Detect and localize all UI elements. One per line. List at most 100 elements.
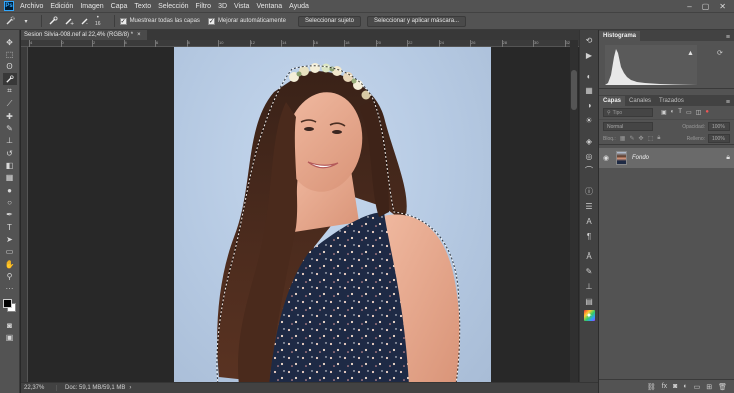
minimize-button[interactable]: – — [687, 2, 691, 11]
healing-brush-tool-icon[interactable]: ✚ — [3, 110, 17, 122]
adjustment-layer-icon[interactable]: ◐ — [683, 383, 687, 390]
lock-pixels-icon[interactable]: ✎ — [629, 135, 634, 142]
select-subject-button[interactable]: Seleccionar sujeto — [297, 15, 361, 27]
actions-panel-icon[interactable]: ▶ — [583, 49, 595, 62]
zoom-level[interactable]: 22,37% — [21, 385, 57, 391]
layer-style-icon[interactable]: fx — [662, 383, 667, 390]
path-selection-tool-icon[interactable]: ➤ — [3, 234, 17, 246]
sample-all-layers-checkbox[interactable]: ✓ Muestrear todas las capas — [119, 17, 200, 25]
zoom-tool-icon[interactable]: ⚲ — [3, 271, 17, 283]
vertical-scrollbar[interactable] — [570, 40, 578, 382]
screen-mode-icon[interactable]: ▣ — [3, 332, 17, 344]
menu-archivo[interactable]: Archivo — [20, 3, 43, 10]
libraries-panel-icon[interactable]: ✦ — [583, 309, 595, 321]
chevron-down-icon[interactable]: ▾ — [20, 15, 32, 27]
document-info[interactable]: Doc: 59,1 MB/59,1 MB — [57, 385, 125, 391]
brush-size-picker[interactable]: • 16 — [95, 15, 101, 27]
lock-icon[interactable]: 🔒︎ — [726, 154, 730, 162]
close-button[interactable]: ✕ — [719, 2, 726, 11]
character-panel-icon[interactable]: A — [583, 215, 595, 228]
info-panel-icon[interactable]: ⓘ — [583, 185, 595, 198]
history-panel-icon[interactable]: ⟲ — [583, 34, 595, 47]
visibility-eye-icon[interactable]: ◉ — [603, 154, 613, 162]
move-tool-icon[interactable]: ✥ — [3, 36, 17, 48]
add-mask-icon[interactable]: ◙ — [673, 383, 677, 390]
lasso-tool-icon[interactable]: ʘ — [3, 61, 17, 73]
fill-field[interactable]: 100% — [708, 134, 730, 143]
menu-vista[interactable]: Vista — [234, 3, 249, 10]
tab-paths[interactable]: Trazados — [655, 96, 688, 106]
layer-thumbnail[interactable] — [616, 151, 627, 165]
menu-3d[interactable]: 3D — [218, 3, 227, 10]
tab-histogram[interactable]: Histograma — [599, 31, 641, 41]
dodge-tool-icon[interactable]: ○ — [3, 196, 17, 208]
quick-mask-icon[interactable]: ◙ — [3, 319, 17, 331]
color-swatches[interactable] — [2, 299, 17, 313]
quick-selection-tool-icon[interactable] — [4, 15, 16, 27]
shape-tool-icon[interactable]: ▭ — [3, 246, 17, 258]
close-icon[interactable]: × — [137, 32, 141, 38]
new-selection-icon[interactable] — [47, 15, 59, 27]
menu-capa[interactable]: Capa — [111, 3, 128, 10]
lock-transparency-icon[interactable]: ▦ — [620, 135, 626, 142]
menu-texto[interactable]: Texto — [134, 3, 151, 10]
panel-menu-icon[interactable]: ≡ — [726, 99, 730, 106]
color-panel-icon[interactable]: ◐ — [583, 70, 595, 83]
shape-filter-icon[interactable]: ▭ — [686, 109, 692, 116]
pixel-filter-icon[interactable]: ▣ — [661, 109, 667, 116]
blur-tool-icon[interactable]: ● — [3, 184, 17, 196]
clone-source-panel-icon[interactable]: ⊥ — [583, 280, 595, 293]
chevron-right-icon[interactable]: › — [129, 385, 131, 391]
layer-name[interactable]: Fondo — [632, 155, 649, 161]
tab-channels[interactable]: Canales — [625, 96, 655, 106]
checkbox-icon[interactable]: ✓ — [207, 17, 215, 25]
paragraph-panel-icon[interactable]: ¶ — [583, 230, 595, 243]
glyphs-panel-icon[interactable]: Ā — [583, 250, 595, 263]
add-to-selection-icon[interactable]: + — [63, 15, 75, 27]
subtract-from-selection-icon[interactable]: - — [79, 15, 91, 27]
new-group-icon[interactable]: ▭ — [694, 383, 701, 391]
eyedropper-tool-icon[interactable]: ⟋ — [3, 98, 17, 110]
gradient-tool-icon[interactable]: ▦ — [3, 172, 17, 184]
blend-mode-dropdown[interactable]: Normal — [603, 122, 653, 131]
filter-toggle-icon[interactable]: ● — [705, 109, 709, 116]
lock-artboard-icon[interactable]: ⬚ — [648, 135, 654, 142]
link-layers-icon[interactable]: ⛓ — [647, 383, 656, 391]
type-tool-icon[interactable]: T — [3, 221, 17, 233]
swatches-panel-icon[interactable]: ▦ — [583, 84, 595, 97]
foreground-color-swatch[interactable] — [2, 299, 12, 309]
tab-layers[interactable]: Capas — [599, 96, 626, 106]
brightness-icon[interactable]: ☀ — [583, 114, 595, 127]
properties-panel-icon[interactable]: ☰ — [583, 200, 595, 213]
layers-panel-icon[interactable]: ◈ — [583, 135, 595, 148]
marquee-tool-icon[interactable]: ⬚ — [3, 48, 17, 60]
maximize-button[interactable]: ▢ — [702, 2, 710, 11]
brush-tool-icon[interactable]: ✎ — [3, 122, 17, 134]
menu-ventana[interactable]: Ventana — [256, 3, 282, 10]
timeline-panel-icon[interactable]: ▤ — [583, 295, 595, 308]
checkbox-icon[interactable]: ✓ — [119, 17, 127, 25]
lock-position-icon[interactable]: ✥ — [639, 135, 644, 142]
menu-seleccion[interactable]: Selección — [158, 3, 188, 10]
quick-selection-tool-icon[interactable] — [2, 73, 17, 86]
auto-enhance-checkbox[interactable]: ✓ Mejorar automáticamente — [207, 17, 286, 25]
document-photo[interactable] — [174, 47, 491, 382]
clone-stamp-tool-icon[interactable]: ⊥ — [3, 135, 17, 147]
smart-object-filter-icon[interactable]: ◫ — [696, 109, 702, 116]
layer-filter-dropdown[interactable]: ⚲ Tipo — [603, 108, 653, 117]
history-brush-tool-icon[interactable]: ↺ — [3, 147, 17, 159]
delete-layer-icon[interactable]: 🗑︎ — [718, 383, 727, 391]
panel-menu-icon[interactable]: ≡ — [726, 34, 730, 41]
eraser-tool-icon[interactable]: ◧ — [3, 159, 17, 171]
menu-edicion[interactable]: Edición — [50, 3, 73, 10]
canvas-area[interactable] — [28, 47, 598, 382]
warning-icon[interactable]: ▲ — [687, 50, 694, 57]
scrollbar-thumb[interactable] — [571, 70, 577, 110]
paths-panel-icon[interactable]: ⌒ — [583, 164, 595, 177]
document-tab[interactable]: Sesion Silvia-008.nef al 22,4% (RGB/8) *… — [21, 30, 147, 40]
type-filter-icon[interactable]: T — [678, 109, 682, 116]
select-and-mask-button[interactable]: Seleccionar y aplicar máscara... — [367, 15, 467, 27]
hand-tool-icon[interactable]: ✋ — [3, 258, 17, 270]
refresh-icon[interactable]: ⟳ — [717, 49, 723, 57]
pen-tool-icon[interactable]: ✒ — [3, 209, 17, 221]
